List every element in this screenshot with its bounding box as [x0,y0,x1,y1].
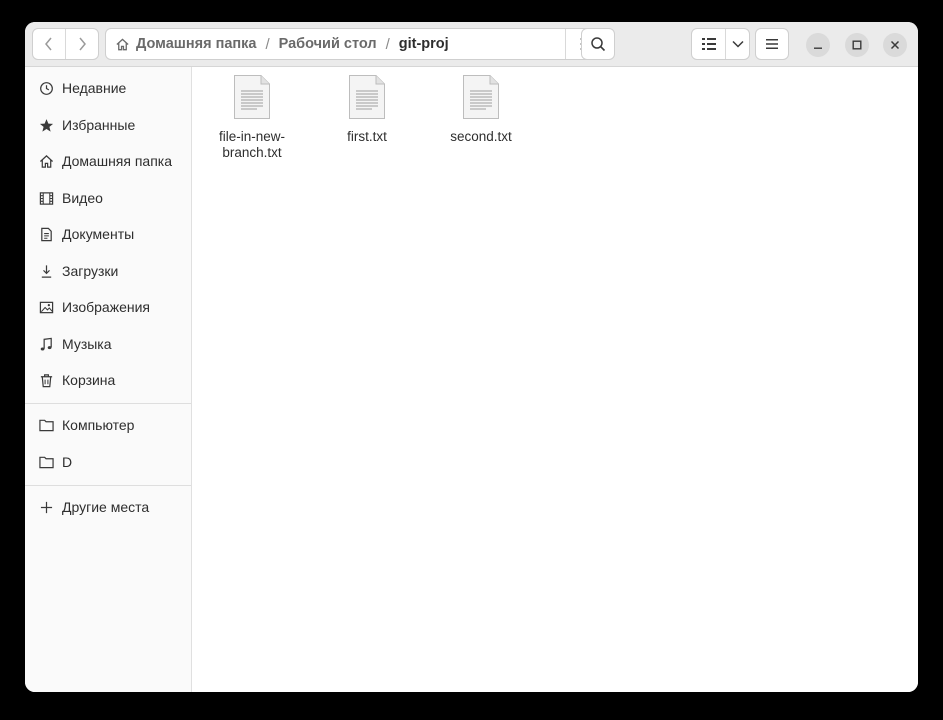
file-item[interactable]: file-in-new- branch.txt [202,74,302,161]
maximize-button[interactable] [845,33,869,57]
sidebar-item-label: Другие места [62,499,150,515]
hamburger-icon [766,39,778,49]
search-icon [591,37,606,52]
sidebar-item-label: Домашняя папка [62,153,173,169]
list-view-icon [701,38,716,50]
sidebar-item-label: Компьютер [62,417,135,433]
text-file-icon [234,75,270,119]
chevron-right-icon [79,37,86,51]
main-menu-button[interactable] [755,28,789,60]
sidebar-item-home[interactable]: Домашняя папка [25,143,191,179]
plus-icon [40,501,52,513]
sidebar-item-computer[interactable]: Компьютер [25,407,191,443]
file-name-line: file-in-new- [218,129,286,144]
sidebar-item-music[interactable]: Музыка [25,326,191,362]
view-mode-group [691,28,750,60]
file-item[interactable]: second.txt [431,74,531,145]
music-icon [40,337,52,350]
forward-button[interactable] [65,29,98,59]
file-item[interactable]: first.txt [317,74,417,145]
file-manager-window: Домашняя папка / Рабочий стол / git-proj [25,22,918,692]
file-name-line: branch.txt [222,145,282,160]
sidebar-item-label: Недавние [62,80,127,96]
sidebar-divider [25,485,191,486]
video-icon [39,191,53,205]
sidebar-item-pictures[interactable]: Изображения [25,289,191,325]
navigation-buttons [32,28,99,60]
sidebar-item-other-locations[interactable]: Другие места [25,489,191,525]
file-name-line: second.txt [450,129,512,144]
sidebar-item-label: Изображения [62,299,150,315]
list-view-button[interactable] [692,29,725,59]
chevron-down-icon [731,40,744,48]
sidebar-item-videos[interactable]: Видео [25,180,191,216]
breadcrumb-item: git-proj [398,36,449,52]
sidebar: Недавние Избранные Домашняя папка Видео … [25,67,192,692]
view-options-button[interactable] [725,29,749,59]
maximize-icon [852,40,862,50]
sidebar-item-starred[interactable]: Избранные [25,107,191,143]
back-button[interactable] [33,29,65,59]
home-icon [116,37,129,50]
breadcrumb-current[interactable]: git-proj [399,29,449,59]
text-file-icon [463,75,499,119]
location-bar: Домашняя папка / Рабочий стол / git-proj [105,28,599,60]
folder-icon [38,456,54,469]
sidebar-divider [25,403,191,404]
file-name-line: first.txt [347,129,387,144]
sidebar-item-recent[interactable]: Недавние [25,70,191,106]
chevron-left-icon [45,37,52,51]
folder-icon [38,419,54,432]
sidebar-item-trash[interactable]: Корзина [25,362,191,398]
download-icon [41,264,51,278]
image-icon [39,301,53,313]
breadcrumb-separator: / [265,35,270,53]
star-icon [39,118,53,132]
document-icon [40,227,52,241]
text-file-icon [349,75,385,119]
headerbar: Домашняя папка / Рабочий стол / git-proj [25,22,918,67]
sidebar-item-label: Загрузки [62,263,119,279]
sidebar-item-downloads[interactable]: Загрузки [25,253,191,289]
sidebar-item-label: D [62,454,73,470]
breadcrumb-item: Рабочий стол [278,36,377,52]
close-icon [890,40,900,50]
sidebar-item-label: Корзина [62,372,116,388]
sidebar-item-label: Музыка [62,336,112,352]
sidebar-item-documents[interactable]: Документы [25,216,191,252]
file-view: file-in-new- branch.txt first.txt second… [192,67,918,692]
close-button[interactable] [883,33,907,57]
sidebar-item-label: Документы [62,226,135,242]
breadcrumb-desktop[interactable]: Рабочий стол [279,29,377,59]
trash-icon [40,373,52,387]
breadcrumb-item: Домашняя папка [136,36,257,52]
sidebar-item-label: Избранные [62,117,136,133]
breadcrumb-home[interactable]: Домашняя папка [106,29,256,59]
minimize-button[interactable] [806,33,830,57]
clock-icon [39,81,53,95]
sidebar-item-label: Видео [62,190,103,206]
minimize-icon [814,47,822,49]
breadcrumb-separator: / [385,35,390,53]
home-icon [39,154,53,168]
search-button[interactable] [581,28,615,60]
sidebar-item-drive-d[interactable]: D [25,444,191,480]
